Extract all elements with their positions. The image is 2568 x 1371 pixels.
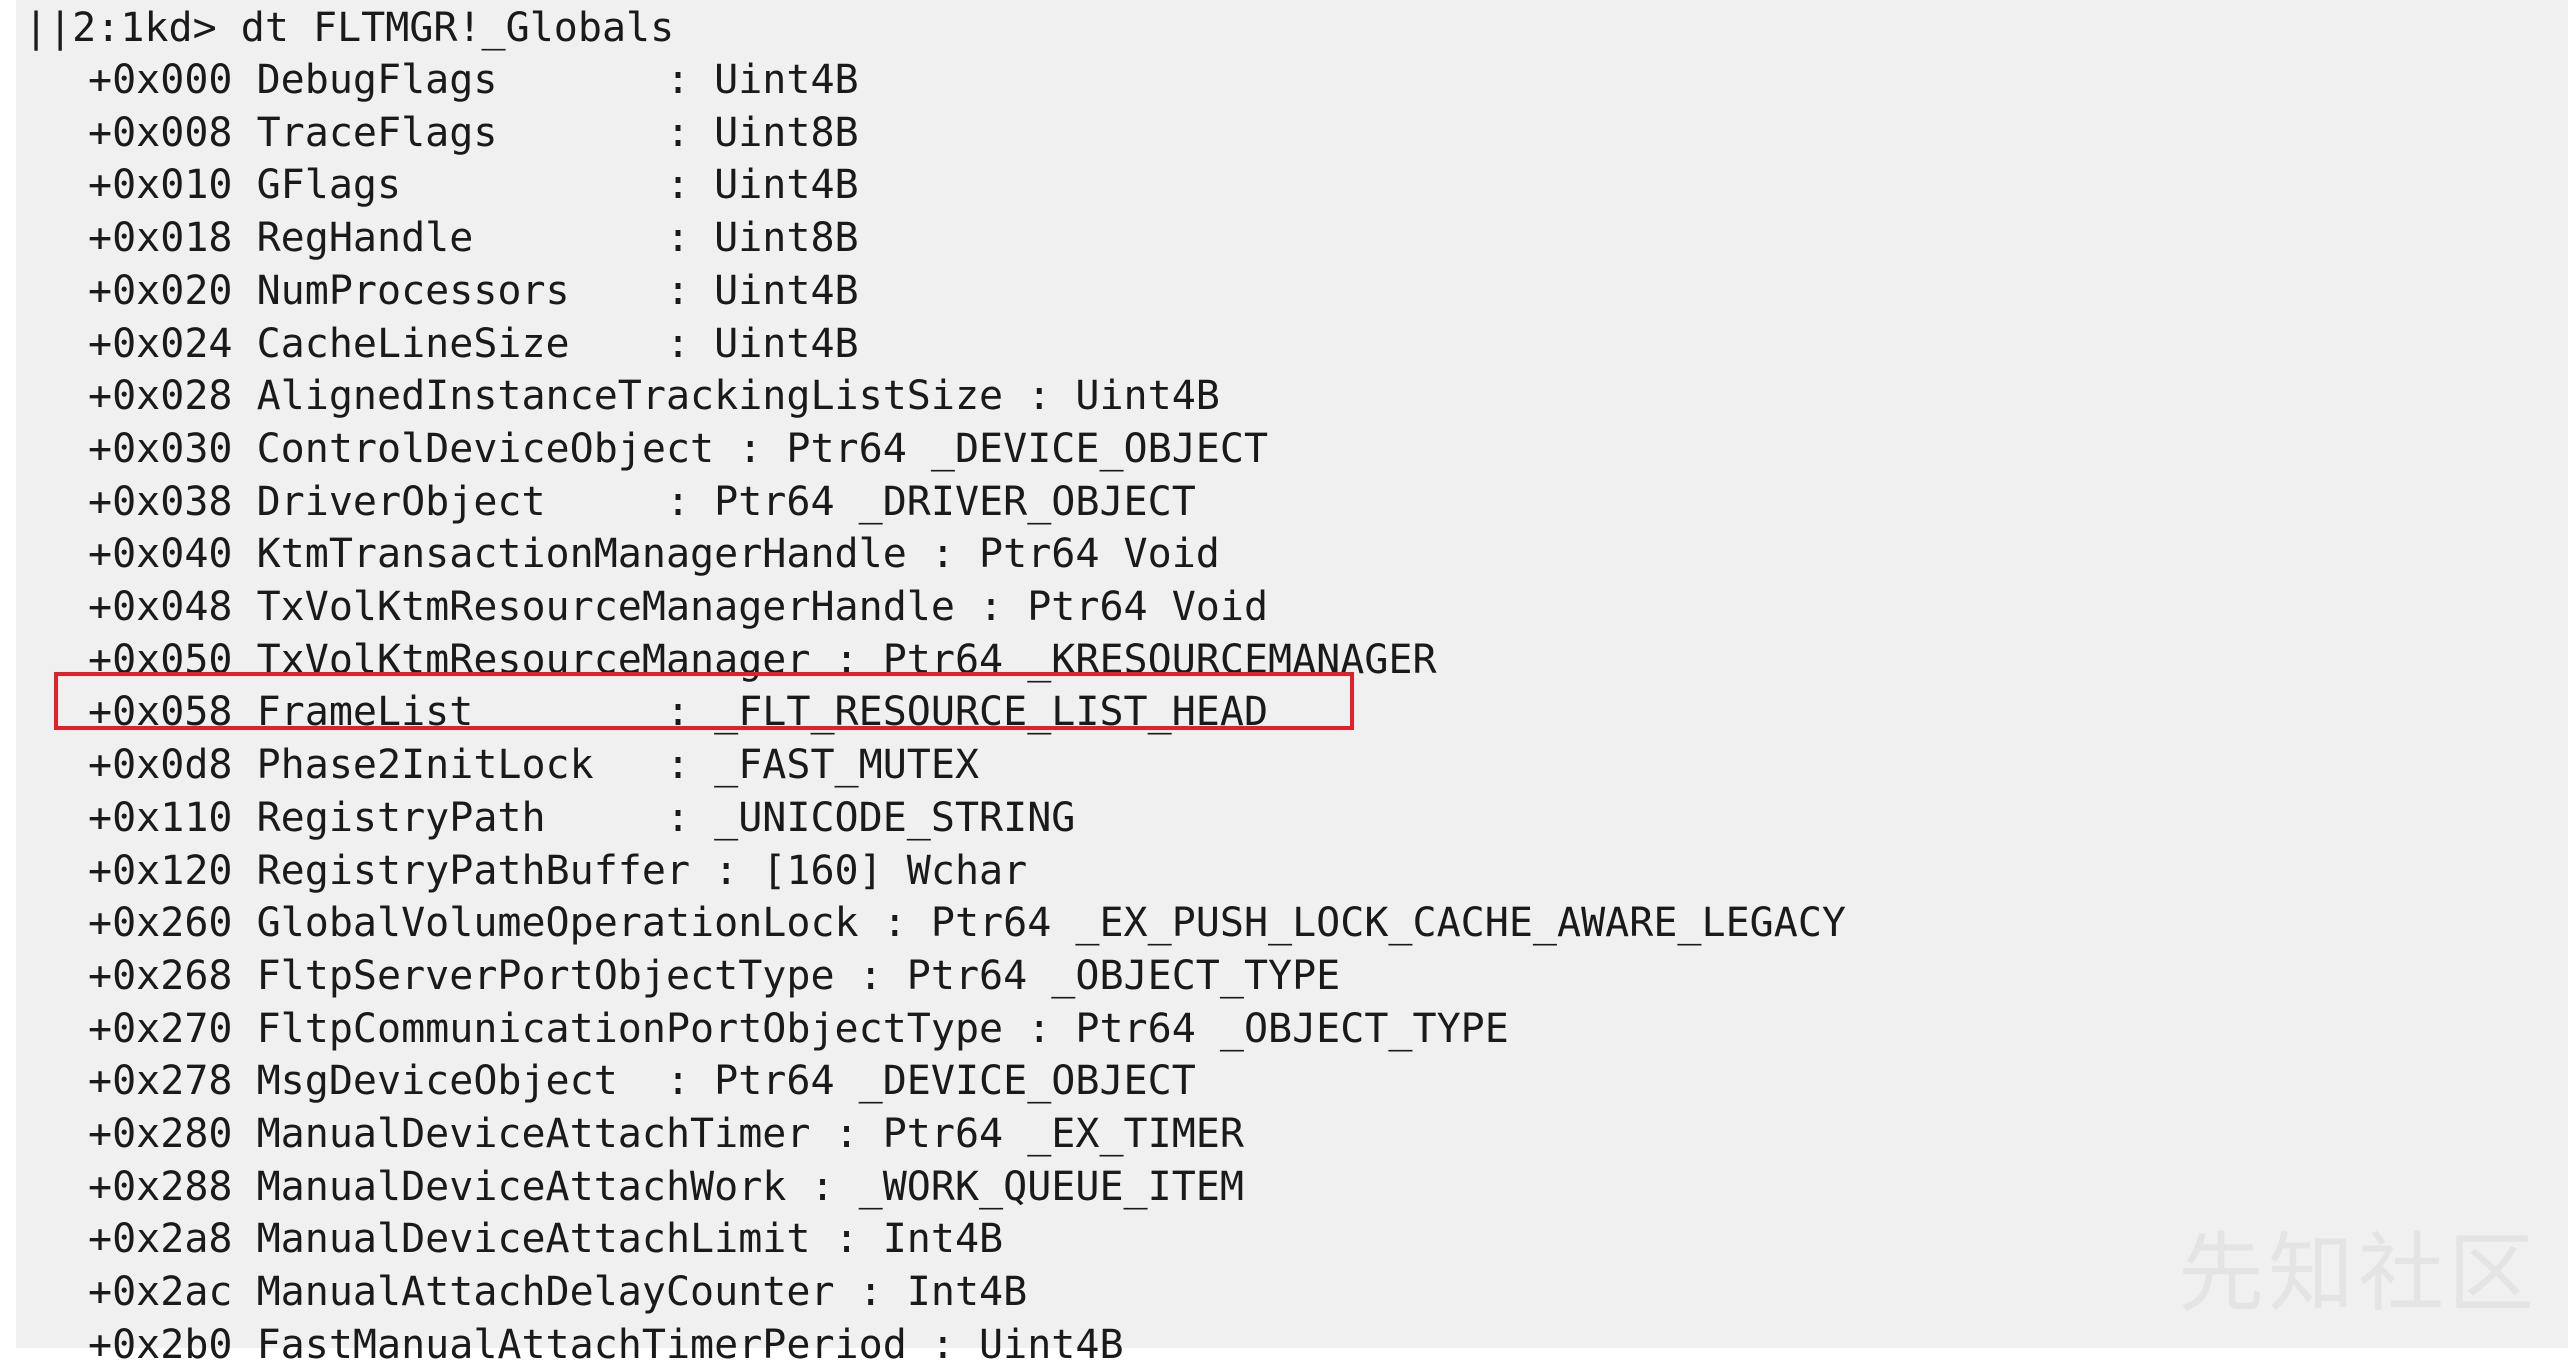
struct-field-row: +0x2b0 FastManualAttachTimerPeriod : Uin…: [88, 1321, 1124, 1368]
struct-field-row: +0x030 ControlDeviceObject : Ptr64 _DEVI…: [88, 425, 1269, 472]
struct-field-row: +0x110 RegistryPath : _UNICODE_STRING: [88, 794, 1076, 841]
struct-field-row: +0x288 ManualDeviceAttachWork : _WORK_QU…: [88, 1163, 1244, 1210]
struct-field-row: +0x048 TxVolKtmResourceManagerHandle : P…: [88, 584, 1269, 630]
debugger-console-output[interactable]: ||2:1kd> dt FLTMGR!_Globals +0x000 Debug…: [16, 0, 2568, 1368]
watermark: 先知社区: [2178, 1224, 2538, 1324]
struct-field-row: +0x040 KtmTransactionManagerHandle : Ptr…: [88, 531, 1220, 578]
struct-field-row: +0x120 RegistryPathBuffer : [160] Wchar: [88, 847, 1028, 894]
struct-field-row: +0x2a8 ManualDeviceAttachLimit : Int4B: [88, 1216, 1004, 1263]
struct-field-row: +0x024 CacheLineSize : Uint4B: [88, 320, 859, 367]
struct-field-row: +0x010 GFlags : Uint4B: [88, 162, 859, 209]
struct-field-row: +0x270 FltpCommunicationPortObjectType :…: [88, 1005, 1509, 1052]
highlight-box-framelist: [54, 672, 1354, 730]
struct-field-row: +0x018 RegHandle : Uint8B: [88, 215, 859, 262]
command-prompt-line: ||2:1kd> dt FLTMGR!_Globals: [24, 5, 675, 51]
struct-field-row: +0x0d8 Phase2InitLock : _FAST_MUTEX: [88, 742, 980, 789]
struct-field-row: +0x028 AlignedInstanceTrackingListSize :…: [88, 373, 1220, 420]
struct-field-row: +0x260 GlobalVolumeOperationLock : Ptr64…: [88, 900, 1846, 947]
struct-field-row: +0x280 ManualDeviceAttachTimer : Ptr64 _…: [88, 1111, 1244, 1157]
struct-field-row: +0x268 FltpServerPortObjectType : Ptr64 …: [88, 952, 1341, 999]
struct-field-row: +0x020 NumProcessors : Uint4B: [88, 267, 859, 314]
struct-field-row: +0x278 MsgDeviceObject : Ptr64 _DEVICE_O…: [88, 1058, 1196, 1105]
struct-field-row: +0x008 TraceFlags : Uint8B: [88, 109, 859, 156]
struct-field-row: +0x2ac ManualAttachDelayCounter : Int4B: [88, 1269, 1028, 1316]
struct-field-row: +0x000 DebugFlags : Uint4B: [88, 57, 859, 103]
struct-field-row: +0x038 DriverObject : Ptr64 _DRIVER_OBJE…: [88, 478, 1196, 525]
